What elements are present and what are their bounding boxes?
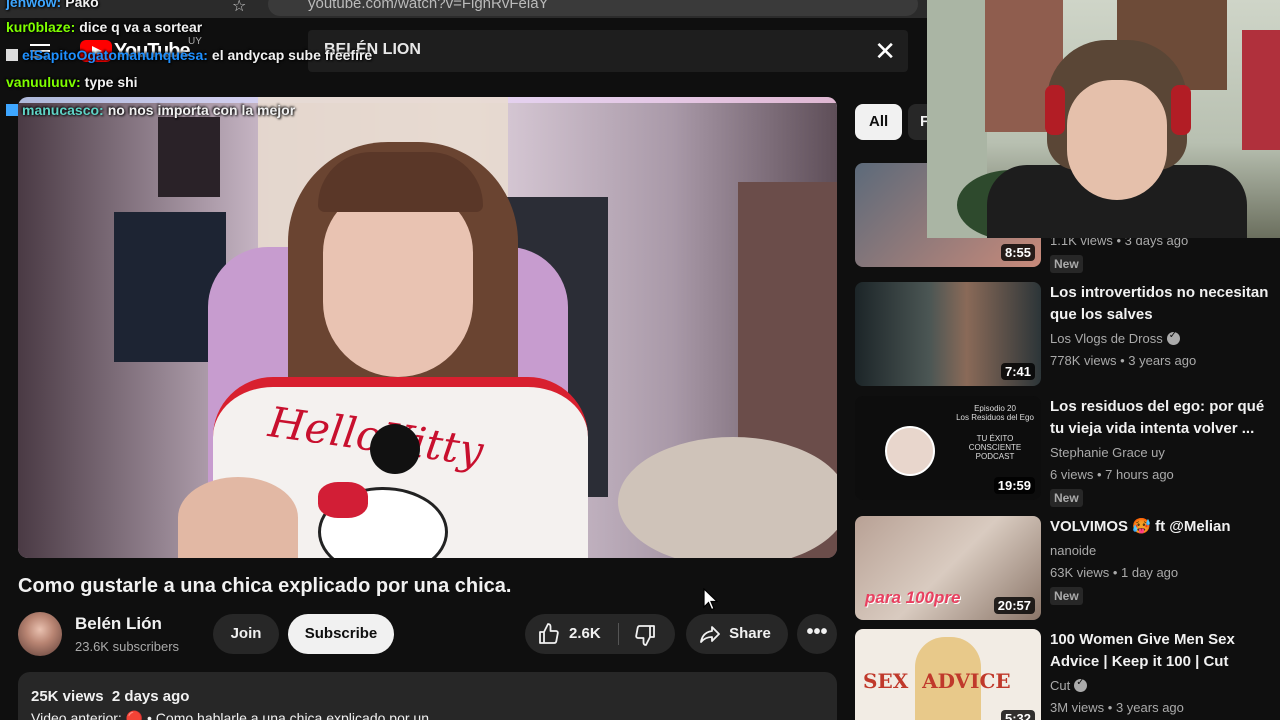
video-stats: 6 views • 7 hours ago [1050, 467, 1174, 482]
chat-text: type shi [84, 74, 138, 90]
channel-name[interactable]: Belén Lión [75, 614, 162, 634]
browser-toolbar: ☆ youtube.com/watch?v=FighRvFeiaY [0, 0, 930, 18]
divider [618, 623, 619, 645]
person-hand [178, 477, 298, 558]
mouse-cursor-icon [703, 588, 719, 611]
channel-name[interactable]: nanoide [1050, 543, 1096, 558]
address-bar[interactable]: youtube.com/watch?v=FighRvFeiaY [268, 0, 918, 16]
video-thumbnail[interactable]: SEX ADVICE 5:32 [855, 629, 1041, 720]
bookmark-star-icon[interactable]: ☆ [232, 0, 246, 16]
video-duration: 19:59 [993, 477, 1035, 494]
wall-poster [158, 117, 220, 197]
streamer-webcam [927, 0, 1280, 238]
recommendation-item[interactable]: Episodio 20 Los Residuos del Ego TU ÉXIT… [855, 396, 1280, 507]
chat-badge-icon [6, 104, 18, 116]
chat-username: jenwow: [6, 0, 62, 10]
kitty-bow [318, 482, 368, 518]
headset-icon [1171, 85, 1191, 135]
video-thumbnail[interactable]: Episodio 20 Los Residuos del Ego TU ÉXIT… [855, 396, 1041, 500]
new-badge: New [1050, 255, 1083, 273]
chat-message: kur0blaze: dice q va a sortear [6, 19, 202, 35]
video-title[interactable]: Los introvertidos no necesitan que los s… [1050, 282, 1280, 326]
chat-username: vanuuluuv: [6, 74, 81, 90]
chat-message: elSapitoOgatomanunquesa: el andycap sube … [6, 47, 372, 63]
video-stats: 778K views • 3 years ago [1050, 353, 1197, 368]
chat-username: elSapitoOgatomanunquesa: [22, 47, 208, 63]
thumbnail-podcast-label: PODCAST [975, 452, 1015, 461]
chip-all[interactable]: All [855, 104, 903, 140]
channel-name[interactable]: Los Vlogs de Dross [1050, 330, 1180, 346]
video-title[interactable]: Los residuos del ego: por qué tu vieja v… [1050, 396, 1280, 440]
video-stats: 63K views • 1 day ago [1050, 565, 1179, 580]
video-duration: 20:57 [993, 597, 1035, 614]
microphone [370, 424, 420, 474]
previous-video-link[interactable]: Video anterior: 🔴 • Como hablarle a una … [31, 710, 441, 720]
video-player[interactable]: HelloKitty [18, 97, 837, 558]
video-thumbnail[interactable]: para 100pre 20:57 [855, 516, 1041, 620]
verified-icon [1166, 330, 1180, 345]
recommendation-item[interactable]: 7:41 Los introvertidos no necesitan que … [855, 282, 1280, 386]
view-count: 25K views [31, 688, 104, 705]
thumbnail-episode: Episodio 20 [974, 404, 1016, 413]
chat-text: Pako [65, 0, 99, 10]
subscriber-count: 23.6K subscribers [75, 639, 180, 654]
channel-label: Los Vlogs de Dross [1050, 331, 1163, 346]
video-title: Como gustarle a una chica explicado por … [18, 575, 512, 597]
thumbnail-subtitle: Los Residuos del Ego [956, 413, 1034, 422]
video-duration: 8:55 [1000, 244, 1035, 261]
thumbs-up-icon[interactable] [537, 622, 561, 646]
more-actions-button[interactable]: ••• [797, 614, 837, 654]
video-stats: 3M views • 3 years ago [1050, 700, 1184, 715]
description-box[interactable]: 25K views 2 days ago Video anterior: 🔴 •… [18, 672, 837, 720]
channel-name[interactable]: Cut [1050, 677, 1088, 693]
chat-username: kur0blaze: [6, 19, 76, 35]
search-input[interactable]: BELÉN LION ✕ [308, 30, 908, 72]
chat-message: jenwow: Pako [6, 0, 99, 10]
chat-message: manucasco: no nos importa con la mejor [6, 102, 295, 118]
avatar[interactable] [18, 612, 62, 656]
share-icon [700, 626, 720, 643]
chat-message: vanuuluuv: type shi [6, 74, 138, 90]
streamer-face [1067, 80, 1167, 200]
thumbnail-podcast-name: TU ÉXITO CONSCIENTE [968, 434, 1022, 452]
person-bangs [318, 152, 483, 212]
share-button[interactable]: Share [686, 614, 788, 654]
video-duration: 7:41 [1000, 363, 1035, 380]
video-title[interactable]: VOLVIMOS 🥵 ft @Melian [1050, 516, 1280, 538]
like-count[interactable]: 2.6K [569, 614, 601, 654]
video-meta: 25K views 2 days ago [31, 688, 189, 705]
webcam-poster [1242, 30, 1280, 150]
close-icon[interactable]: ✕ [874, 36, 896, 66]
chat-badge-icon [6, 49, 18, 61]
country-code: UY [188, 36, 202, 47]
channel-name[interactable]: Stephanie Grace uy [1050, 445, 1165, 460]
chat-text: dice q va a sortear [79, 19, 203, 35]
headset-icon [1045, 85, 1065, 135]
upload-date: 2 days ago [111, 688, 190, 705]
video-duration: 5:32 [1000, 710, 1035, 720]
video-thumbnail[interactable]: 7:41 [855, 282, 1041, 386]
new-badge: New [1050, 489, 1083, 507]
chat-username: manucasco: [22, 102, 104, 118]
beanbag [618, 437, 837, 558]
person-face [323, 187, 473, 377]
thumbnail-text: SEX ADVICE [863, 669, 1011, 693]
join-button[interactable]: Join [213, 614, 279, 654]
thumbnail-text: para 100pre [865, 588, 961, 607]
thumbnail-portrait [885, 426, 935, 476]
chat-text: el andycap sube freefire [211, 47, 373, 63]
recommendation-item[interactable]: para 100pre 20:57 VOLVIMOS 🥵 ft @Melian … [855, 516, 1280, 620]
like-dislike-group: 2.6K [525, 614, 675, 654]
subscribe-button[interactable]: Subscribe [288, 614, 394, 654]
share-label: Share [729, 625, 771, 642]
video-title[interactable]: 100 Women Give Men Sex Advice | Keep it … [1050, 629, 1280, 673]
recommendation-item[interactable]: SEX ADVICE 5:32 100 Women Give Men Sex A… [855, 629, 1280, 720]
chat-text: no nos importa con la mejor [107, 102, 296, 118]
verified-icon [1074, 677, 1088, 692]
new-badge: New [1050, 587, 1083, 605]
thumbnail-text: Episodio 20 Los Residuos del Ego TU ÉXIT… [955, 404, 1035, 461]
thumbs-down-icon[interactable] [633, 623, 657, 647]
channel-label: Cut [1050, 678, 1071, 693]
